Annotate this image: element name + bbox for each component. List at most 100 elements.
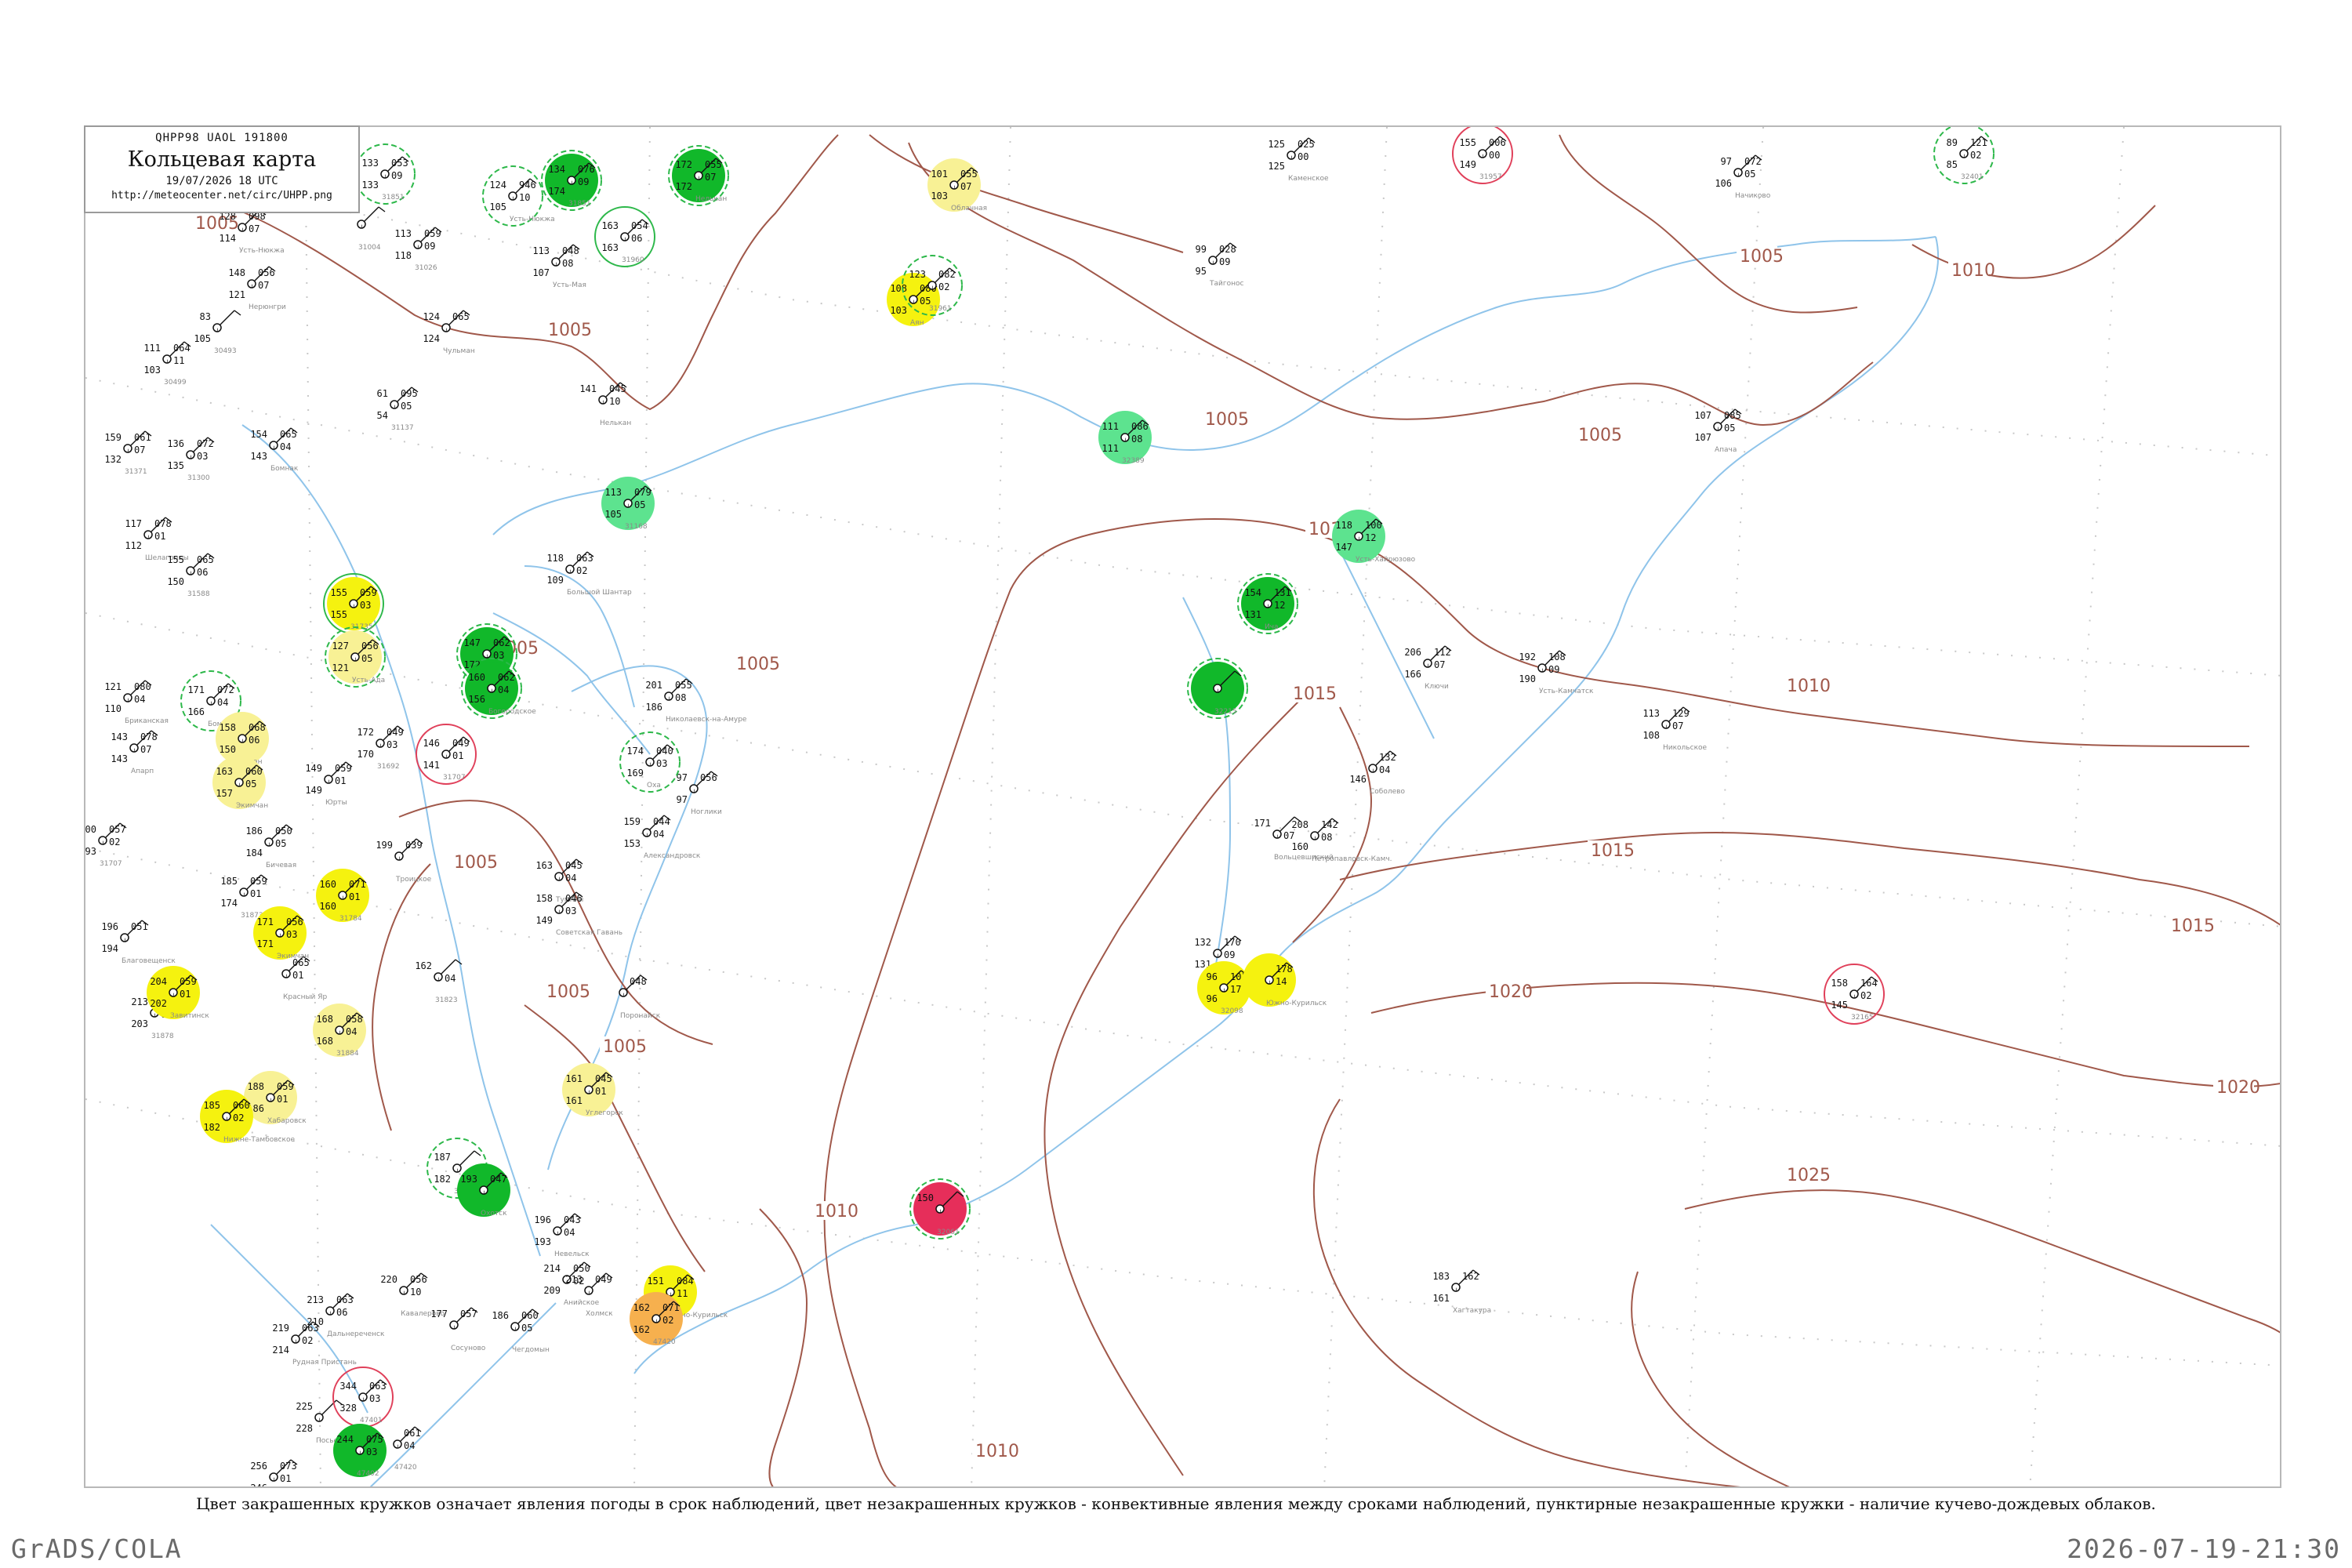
temperature-value: 204 bbox=[150, 976, 167, 987]
station-plot: 100 118 12 147 Усть-Хайрюзово bbox=[1332, 510, 1416, 564]
pressure-tendency: 01 bbox=[349, 891, 360, 902]
station-plot: 02512500125Каменское bbox=[1268, 137, 1329, 183]
pressure-tendency: 05 bbox=[634, 499, 645, 510]
pressure-value: 072 bbox=[197, 438, 214, 449]
station-name: Аян bbox=[910, 319, 924, 327]
pressure-tendency: 02 bbox=[938, 281, 949, 292]
pressure-tendency: 00 bbox=[1489, 150, 1500, 161]
software-credit: GrADS/COLA bbox=[11, 1534, 183, 1564]
pressure-value: 048 bbox=[562, 245, 579, 256]
temperature-value: 162 bbox=[415, 960, 432, 971]
dewpoint-value: 193 bbox=[534, 1236, 551, 1247]
pressure-value: 055 bbox=[705, 159, 722, 170]
pressure-value: 040 bbox=[656, 746, 673, 757]
dewpoint-value: 105 bbox=[604, 509, 622, 520]
station-name: Экимчан bbox=[236, 802, 268, 810]
pressure-value: 085 bbox=[1724, 410, 1741, 421]
station-plot: 075 244 03 47402 bbox=[333, 1424, 387, 1478]
station-name: Чегдомын bbox=[512, 1346, 550, 1354]
station-plot: 061 159 07 13231371 bbox=[104, 430, 152, 476]
station-name: 47420 bbox=[394, 1464, 417, 1472]
station-name: Усть-Камчатск bbox=[1539, 688, 1594, 695]
pressure-value: 045 bbox=[595, 1073, 612, 1084]
station-name: Красный Яр bbox=[283, 993, 328, 1001]
dewpoint-value: 174 bbox=[220, 898, 238, 909]
station-plot: 131 154 12 131 Ича bbox=[1237, 573, 1298, 634]
station-name: 32401 bbox=[1961, 173, 1984, 181]
pressure-value: 108 bbox=[1548, 652, 1566, 662]
pressure-value: 060 bbox=[233, 1100, 250, 1111]
pressure-value: 059 bbox=[424, 228, 441, 239]
dewpoint-value: 246 bbox=[250, 1483, 267, 1488]
dewpoint-value: 214 bbox=[272, 1345, 289, 1356]
isobar-label: 1005 bbox=[1740, 247, 1784, 267]
station-plot: 05918801186Хабаровск bbox=[244, 1071, 307, 1125]
pressure-value: 060 bbox=[245, 766, 263, 777]
station-name: Ноглики bbox=[691, 808, 722, 816]
station-name: 31884 bbox=[336, 1050, 359, 1058]
station-name: 32389 bbox=[1122, 457, 1145, 465]
wind-barb bbox=[364, 206, 379, 222]
station-plot: 028 99 09 95Тайгонос bbox=[1196, 242, 1243, 288]
temperature-value: 171 bbox=[256, 916, 274, 927]
temperature-value: 225 bbox=[296, 1401, 313, 1412]
temperature-value: 118 bbox=[546, 553, 564, 564]
temperature-value: 136 bbox=[167, 438, 184, 449]
dewpoint-value: 328 bbox=[339, 1403, 357, 1414]
station-plot: 063 118 02 109Большой Шантар bbox=[546, 551, 632, 597]
station-plot: 050 186 05 184Бичевая bbox=[245, 824, 296, 869]
dewpoint-value: 149 bbox=[1459, 159, 1476, 170]
temperature-value: 133 bbox=[361, 158, 379, 169]
dewpoint-value: 190 bbox=[1519, 673, 1536, 684]
station-name: Богородское bbox=[488, 708, 536, 716]
pressure-tendency: 04 bbox=[564, 1227, 575, 1238]
isobar-label: 1005 bbox=[454, 853, 498, 873]
wind-barb-feather bbox=[378, 206, 386, 212]
station-name: Невельск bbox=[554, 1250, 590, 1258]
pressure-value: 043 bbox=[564, 1214, 581, 1225]
temperature-value: 183 bbox=[1432, 1271, 1450, 1282]
pressure-tendency: 05 bbox=[245, 779, 256, 789]
pressure-tendency: 01 bbox=[277, 1094, 288, 1105]
station-name: Облачная bbox=[951, 205, 987, 212]
station-plot: 108 192 09 190Усть-Камчатск bbox=[1519, 650, 1594, 695]
station-name: Бичевая bbox=[266, 862, 296, 869]
station-plot: 0591850117431873 bbox=[220, 874, 268, 920]
dewpoint-value: 107 bbox=[532, 267, 550, 278]
station-name: Никольское bbox=[1663, 744, 1708, 752]
temperature-value: 143 bbox=[111, 731, 128, 742]
temperature-value: 155 bbox=[1459, 137, 1476, 148]
station-plot: 06104 47420 bbox=[393, 1426, 422, 1472]
station-name: Юрты bbox=[325, 799, 347, 807]
dewpoint-value: 105 bbox=[194, 333, 211, 344]
station-name: 31026 bbox=[415, 264, 437, 272]
isobars bbox=[226, 134, 2280, 1486]
dewpoint-value: 174 bbox=[548, 186, 565, 197]
pressure-tendency: 01 bbox=[335, 775, 346, 786]
temperature-value: 163 bbox=[216, 766, 233, 777]
station-name: Благовещенск bbox=[122, 957, 176, 965]
pressure-tendency: 03 bbox=[366, 1446, 377, 1457]
temperature-value: 206 bbox=[1404, 647, 1421, 658]
pressure-value: 121 bbox=[1970, 137, 1987, 148]
pressure-tendency: 03 bbox=[197, 451, 208, 462]
pressure-tendency: 06 bbox=[249, 735, 260, 746]
pressure-value: 006 bbox=[1489, 137, 1506, 148]
station-plot: 162 04 31823 bbox=[415, 959, 463, 1004]
temperature-value: 344 bbox=[339, 1381, 357, 1392]
station-name: Каменское bbox=[1288, 175, 1329, 183]
pressure-value: 065 bbox=[280, 429, 297, 440]
station-name: Нижне-Тамбовское bbox=[223, 1136, 295, 1144]
pressure-tendency: 05 bbox=[275, 838, 286, 849]
station-plot: 129 113 07 108Никольское bbox=[1642, 706, 1708, 752]
station-name: Южно-Курильск bbox=[1266, 1000, 1327, 1007]
station-name: Усть-Нюкжа bbox=[239, 247, 285, 255]
dewpoint-value: 103 bbox=[931, 191, 948, 201]
station-name: Хабаровск bbox=[267, 1117, 307, 1125]
pressure-tendency: 03 bbox=[656, 758, 667, 769]
station-plot: 04516101161Углегорск bbox=[562, 1063, 623, 1117]
pressure-value: 046 bbox=[565, 893, 583, 904]
dewpoint-value: 153 bbox=[623, 838, 641, 849]
station-name: Охотск bbox=[481, 1210, 507, 1218]
dewpoint-value: 124 bbox=[423, 333, 440, 344]
